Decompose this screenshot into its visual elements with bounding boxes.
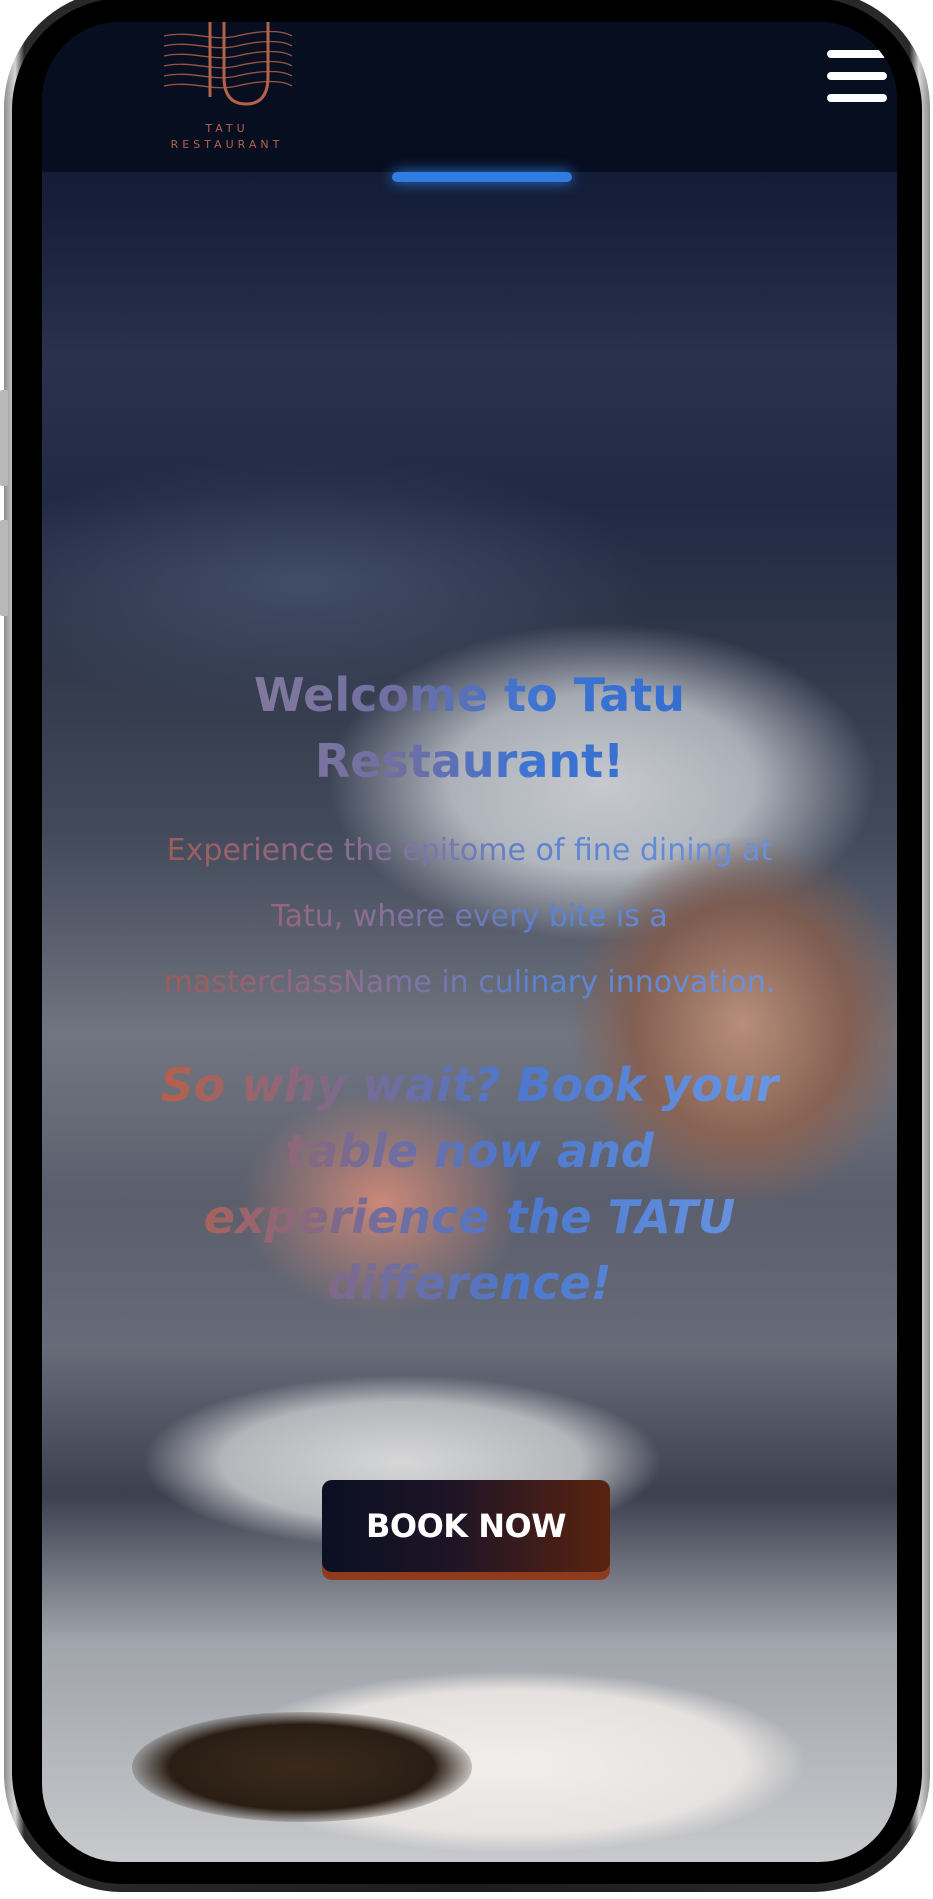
- hamburger-menu-icon[interactable]: [827, 50, 889, 108]
- phone-screen: TATU RESTAURANT Welcome to Tatu Restaura…: [42, 22, 897, 1862]
- hero-section: Welcome to Tatu Restaurant! Experience t…: [42, 662, 897, 1316]
- volume-up-button: [0, 390, 8, 486]
- restaurant-logo[interactable]: TATU RESTAURANT: [142, 22, 312, 152]
- logo-line-tatu: TATU: [205, 122, 249, 135]
- hero-call-to-action: So why wait? Book your table now and exp…: [160, 1052, 780, 1316]
- logo-line-restaurant: RESTAURANT: [170, 138, 284, 151]
- header-accent-light: [392, 172, 572, 182]
- logo-mark-icon: [163, 22, 293, 106]
- site-header: TATU RESTAURANT: [42, 22, 897, 172]
- book-now-button[interactable]: BOOK NOW: [322, 1480, 610, 1572]
- hero-title: Welcome to Tatu Restaurant!: [190, 662, 750, 794]
- hero-description: Experience the epitome of fine dining at…: [150, 818, 790, 1016]
- volume-down-button: [0, 520, 8, 616]
